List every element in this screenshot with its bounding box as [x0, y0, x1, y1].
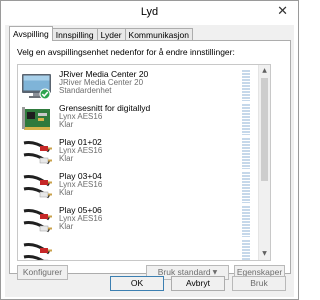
list-item-jriver[interactable]: JRiver Media Center 20 JRiver Media Cent…: [18, 69, 258, 101]
device-list[interactable]: JRiver Media Center 20 JRiver Media Cent…: [17, 64, 271, 261]
level-meter: [242, 70, 250, 101]
tab-strip: Avspilling Innspilling Lyder Kommunikasj…: [9, 26, 194, 41]
monitor-icon: [22, 74, 51, 100]
close-icon[interactable]: ✕: [277, 4, 288, 20]
level-meter: [242, 240, 250, 260]
chevron-down-icon: ▼: [212, 269, 218, 276]
device-text: Play 03+04 Lynx AES16 Klar: [59, 172, 102, 198]
device-status: Standardenhet: [59, 86, 112, 96]
list-item-play-05-06[interactable]: Play 05+06 Lynx AES16 Klar: [18, 205, 258, 237]
scroll-up-icon[interactable]: ▲: [259, 65, 270, 77]
instruction-text: Velg en avspillingsenhet nedenfor for å …: [17, 47, 235, 57]
apply-button[interactable]: Bruk: [232, 276, 286, 291]
rca-cable-icon: [23, 175, 52, 199]
device-status: Klar: [59, 188, 74, 198]
device-text: Play 01+02 Lynx AES16 Klar: [59, 138, 102, 164]
configure-button[interactable]: Konfigurer: [17, 265, 68, 280]
list-item-digital-interface[interactable]: Grensesnitt for digitallyd Lynx AES16 Kl…: [18, 103, 258, 135]
device-text: JRiver Media Center 20 JRiver Media Cent…: [59, 70, 148, 96]
window-title: Lyd: [140, 6, 159, 18]
level-meter: [242, 138, 250, 169]
list-item-play-03-04[interactable]: Play 03+04 Lynx AES16 Klar: [18, 171, 258, 203]
device-text: Grensesnitt for digitallyd Lynx AES16 Kl…: [59, 104, 150, 130]
ok-button[interactable]: OK: [110, 276, 164, 291]
list-scrollbar[interactable]: ▲ ▼: [258, 65, 270, 260]
dialog-client: Avspilling Innspilling Lyder Kommunikasj…: [5, 25, 294, 297]
scroll-down-icon[interactable]: ▼: [259, 248, 270, 260]
cancel-button[interactable]: Avbryt: [171, 276, 225, 291]
title-bar[interactable]: Lyd ✕: [1, 1, 298, 25]
rca-cable-icon: [23, 209, 52, 233]
scroll-thumb[interactable]: [261, 78, 268, 181]
sound-card-icon: [22, 107, 50, 130]
device-status: Klar: [59, 154, 74, 164]
list-item-partial[interactable]: [18, 239, 258, 260]
sound-dialog: Lyd ✕ Avspilling Innspilling Lyder Kommu…: [0, 0, 299, 300]
tab-playback[interactable]: Avspilling: [9, 26, 53, 41]
device-status: Klar: [59, 120, 74, 130]
tab-panel-playback: Velg en avspillingsenhet nedenfor for å …: [9, 40, 291, 280]
level-meter: [242, 172, 250, 203]
list-item-play-01-02[interactable]: Play 01+02 Lynx AES16 Klar: [18, 137, 258, 169]
level-meter: [242, 104, 250, 135]
rca-cable-icon: [23, 243, 52, 260]
device-text: Play 05+06 Lynx AES16 Klar: [59, 206, 102, 232]
level-meter: [242, 206, 250, 237]
device-status: Klar: [59, 222, 74, 232]
rca-cable-icon: [23, 141, 52, 165]
